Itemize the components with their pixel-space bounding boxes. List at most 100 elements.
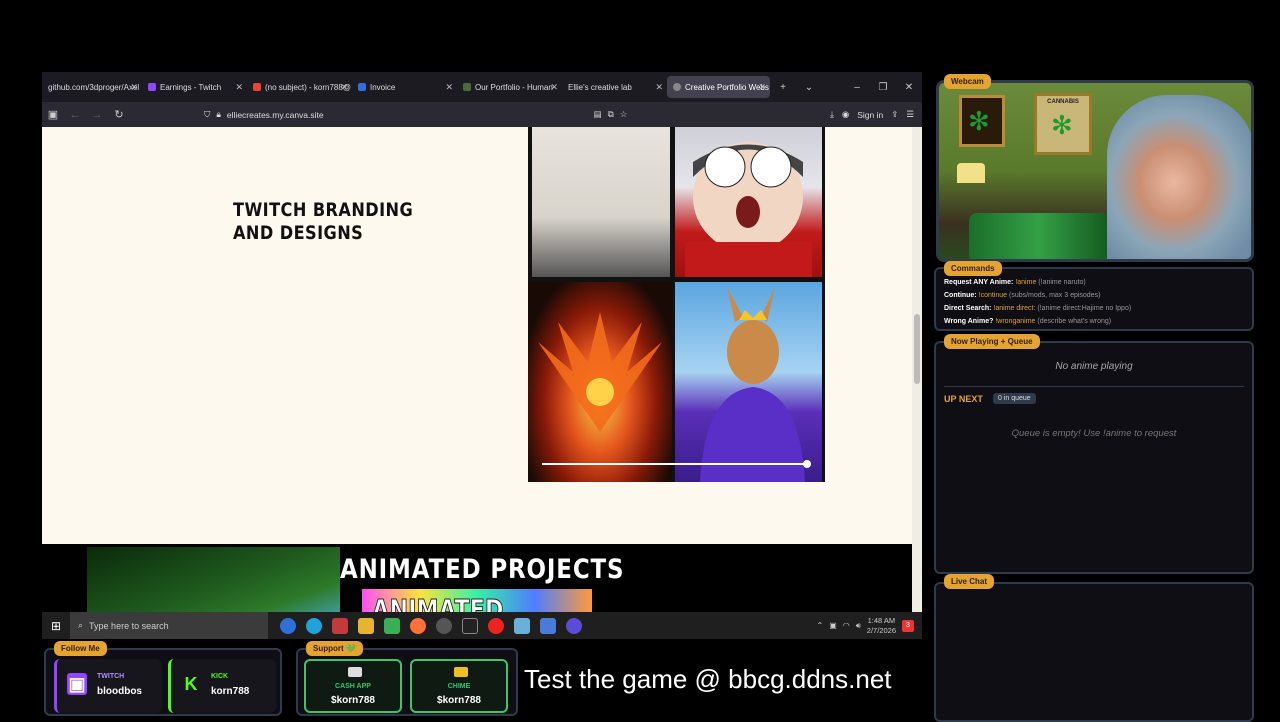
folder-icon[interactable]	[358, 617, 374, 634]
sign-in-button[interactable]: Sign in	[857, 110, 883, 120]
url-text: elliecreates.my.canva.site	[226, 109, 324, 120]
command-hint: (describe what's wrong)	[1037, 318, 1112, 325]
time-text: 1:48 AM	[867, 615, 896, 625]
close-icon[interactable]: ✕	[550, 82, 558, 93]
scrollbar-thumb[interactable]	[914, 314, 920, 384]
bookmark-star-icon[interactable]: ☆	[620, 109, 628, 120]
tab-label: Creative Portfolio Webs	[685, 82, 769, 92]
clock[interactable]: 1:48 AM 2/7/2026	[867, 616, 896, 636]
tab-twitch-earnings[interactable]: Earnings - Twitch ✕	[142, 76, 247, 98]
command-code: !anime direct:	[993, 305, 1036, 312]
sidebar-icon[interactable]: ▣	[42, 108, 64, 121]
command-code: !wronganime	[995, 318, 1036, 325]
wifi-icon[interactable]: ◠	[843, 621, 850, 630]
gallery-image-phoenix[interactable]	[528, 282, 672, 482]
windows-start-icon[interactable]: ⊞	[42, 619, 70, 633]
close-icon[interactable]: ✕	[758, 82, 766, 93]
tab-bar: github.com/3dproger/Axel ✕ Earnings - Twi…	[42, 72, 922, 102]
close-window-button[interactable]: ✕	[896, 82, 922, 93]
command-line: Direct Search: !anime direct: (!anime di…	[944, 305, 1131, 312]
forward-icon[interactable]: →	[86, 109, 108, 121]
pip-icon[interactable]: ⧉	[608, 109, 614, 120]
animated-emotes-banner[interactable]: ANIMATED EMOTES	[362, 589, 592, 612]
close-icon[interactable]: ✕	[655, 82, 663, 93]
command-line: Wrong Anime? !wronganime (describe what'…	[944, 318, 1111, 325]
search-placeholder: Type here to search	[89, 620, 169, 631]
search-icon: ⌕	[78, 620, 84, 630]
cashapp-card[interactable]: CASH APP $korn788	[304, 659, 402, 713]
app-icon[interactable]	[488, 617, 504, 634]
app-icon[interactable]	[384, 617, 400, 634]
back-icon[interactable]: ←	[64, 109, 86, 121]
app-icon[interactable]	[566, 617, 582, 634]
reload-icon[interactable]: ↻	[108, 108, 130, 121]
animated-scene-thumbnail[interactable]	[87, 547, 340, 612]
chime-card[interactable]: CHIME $korn788	[410, 659, 508, 713]
gallery-image-hoodie[interactable]	[532, 127, 670, 277]
tab-github[interactable]: github.com/3dproger/Axel ✕	[42, 76, 142, 98]
close-icon[interactable]: ✕	[130, 82, 138, 93]
edge-icon[interactable]	[306, 617, 322, 634]
tab-invoice[interactable]: Invoice ✕	[352, 76, 457, 98]
browser-window: github.com/3dproger/Axel ✕ Earnings - Twi…	[42, 72, 922, 612]
page-scrollbar[interactable]	[912, 127, 922, 612]
cashapp-name: CASH APP	[335, 683, 371, 690]
app-icon[interactable]	[540, 617, 556, 634]
gallery-image-kangaroo[interactable]	[675, 282, 822, 482]
kick-card[interactable]: K KICK korn788	[168, 659, 276, 713]
animated-emotes-title: ANIMATED EMOTES	[372, 593, 504, 613]
now-playing-label: Now Playing + Queue	[944, 334, 1040, 349]
chibi-face-art	[685, 142, 812, 277]
terminal-icon[interactable]	[462, 617, 478, 634]
webcam-label: Webcam	[944, 74, 991, 89]
section-heading: TWITCH BRANDING AND DESIGNS	[233, 199, 413, 245]
commands-panel: Request ANY Anime: !anime (!anime naruto…	[934, 267, 1254, 331]
firefox-icon[interactable]	[410, 617, 426, 634]
volume-icon[interactable]: 🔊︎	[856, 621, 861, 631]
queue-count-badge: 0 in queue	[993, 393, 1036, 404]
commands-label: Commands	[944, 261, 1002, 276]
tray-icon[interactable]: ▣	[829, 621, 837, 630]
close-icon[interactable]: ✕	[340, 82, 348, 93]
follow-label: Follow Me	[54, 641, 107, 656]
new-tab-button[interactable]: +	[770, 82, 796, 93]
extensions-icon[interactable]: ⇪	[891, 109, 898, 120]
notification-badge[interactable]: 3	[902, 619, 914, 632]
tab-portfolio-human[interactable]: Our Portfolio - Human ✕	[457, 76, 562, 98]
close-icon[interactable]: ✕	[445, 82, 453, 93]
follow-panel: ▣ TWITCH bloodbos K KICK korn788	[44, 648, 282, 716]
system-tray: ⌃ ▣ ◠ 🔊︎ 1:48 AM 2/7/2026 3	[817, 616, 923, 636]
command-name: Request ANY Anime:	[944, 279, 1014, 286]
webcam-frame: ✻ CANNABIS ✻	[936, 80, 1254, 262]
tab-label: (no subject) - korn788@	[265, 82, 351, 92]
obs-icon[interactable]	[436, 617, 452, 634]
command-code: !anime	[1015, 279, 1037, 286]
tab-ellies-lab[interactable]: Ellie's creative lab ✕	[562, 76, 667, 98]
progress-handle[interactable]	[803, 460, 811, 468]
reader-icon[interactable]: ▤	[594, 109, 602, 120]
app-icon[interactable]	[332, 617, 348, 634]
address-bar[interactable]: ⛉ 🔒︎ elliecreates.my.canva.site	[204, 109, 324, 120]
account-icon[interactable]: ◉	[842, 109, 849, 120]
close-icon[interactable]: ✕	[235, 82, 243, 93]
twitch-card[interactable]: ▣ TWITCH bloodbos	[54, 659, 162, 713]
download-icon[interactable]: ⤓	[830, 109, 834, 120]
app-icon[interactable]	[514, 617, 530, 634]
menu-icon[interactable]: ☰	[906, 109, 914, 120]
gallery-image-chibi[interactable]	[675, 127, 822, 277]
tab-gmail[interactable]: (no subject) - korn788@ ✕	[247, 76, 352, 98]
app-icon[interactable]	[280, 617, 296, 634]
tab-label: github.com/3dproger/Axel	[48, 82, 140, 92]
support-panel: CASH APP $korn788 CHIME $korn788	[296, 648, 518, 716]
leaf-icon: ✻	[968, 106, 990, 136]
tab-list-chevron-icon[interactable]: ⌄	[796, 82, 822, 93]
divider	[944, 386, 1244, 387]
restore-button[interactable]: ❐	[870, 82, 896, 93]
gallery-progress-bar[interactable]	[542, 460, 811, 468]
taskbar-search[interactable]: ⌕ Type here to search	[70, 612, 268, 639]
tab-creative-portfolio[interactable]: Creative Portfolio Webs ✕	[667, 76, 770, 98]
taskbar-apps	[268, 617, 582, 634]
chevron-up-icon[interactable]: ⌃	[817, 621, 824, 630]
kick-icon: K	[184, 674, 198, 694]
minimize-button[interactable]: –	[844, 82, 870, 93]
